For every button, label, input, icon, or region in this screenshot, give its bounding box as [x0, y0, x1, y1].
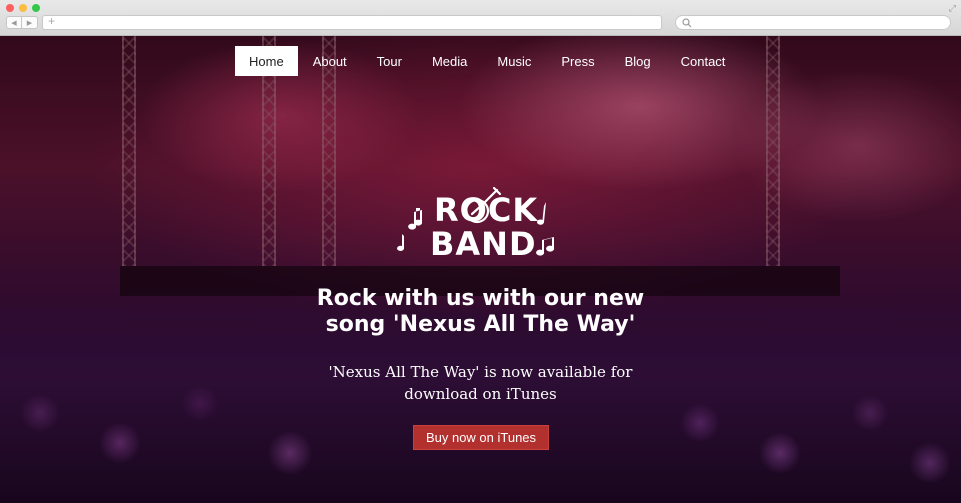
nav-item-contact[interactable]: Contact [666, 46, 741, 76]
nav-item-media[interactable]: Media [417, 46, 482, 76]
browser-chrome: ◀ ▶ + ⤢ [0, 0, 961, 36]
forward-button[interactable]: ▶ [22, 16, 38, 29]
nav-item-music[interactable]: Music [482, 46, 546, 76]
window-controls [6, 4, 40, 12]
headline-line: song 'Nexus All The Way' [325, 312, 636, 337]
hero-section: Home About Tour Media Music Press Blog C… [0, 36, 961, 503]
buy-itunes-button[interactable]: Buy now on iTunes [413, 425, 549, 450]
new-tab-icon[interactable]: + [48, 14, 55, 28]
back-button[interactable]: ◀ [6, 16, 22, 29]
band-logo[interactable]: ROCK BAND [394, 186, 570, 264]
nav-item-press[interactable]: Press [546, 46, 609, 76]
headline-line: Rock with us with our new [316, 286, 645, 311]
history-buttons: ◀ ▶ [6, 16, 38, 29]
main-nav: Home About Tour Media Music Press Blog C… [235, 46, 740, 76]
nav-item-tour[interactable]: Tour [362, 46, 417, 76]
close-window-button[interactable] [6, 4, 14, 12]
fullscreen-icon[interactable]: ⤢ [949, 3, 956, 14]
hero-subheading: 'Nexus All The Way' is now available for… [320, 361, 641, 405]
subheading-line: download on iTunes [404, 385, 557, 403]
maximize-window-button[interactable] [32, 4, 40, 12]
search-icon [682, 18, 692, 28]
nav-item-home[interactable]: Home [235, 46, 298, 76]
subheading-line: 'Nexus All The Way' is now available for [328, 363, 633, 381]
browser-search-input[interactable] [675, 15, 951, 30]
logo-text-rock: ROCK [434, 191, 539, 229]
logo-text-band: BAND [430, 225, 537, 263]
nav-item-about[interactable]: About [298, 46, 362, 76]
address-bar[interactable]: + [42, 14, 662, 30]
nav-item-blog[interactable]: Blog [610, 46, 666, 76]
hero-headline: Rock with us with our new song 'Nexus Al… [300, 286, 661, 338]
minimize-window-button[interactable] [19, 4, 27, 12]
